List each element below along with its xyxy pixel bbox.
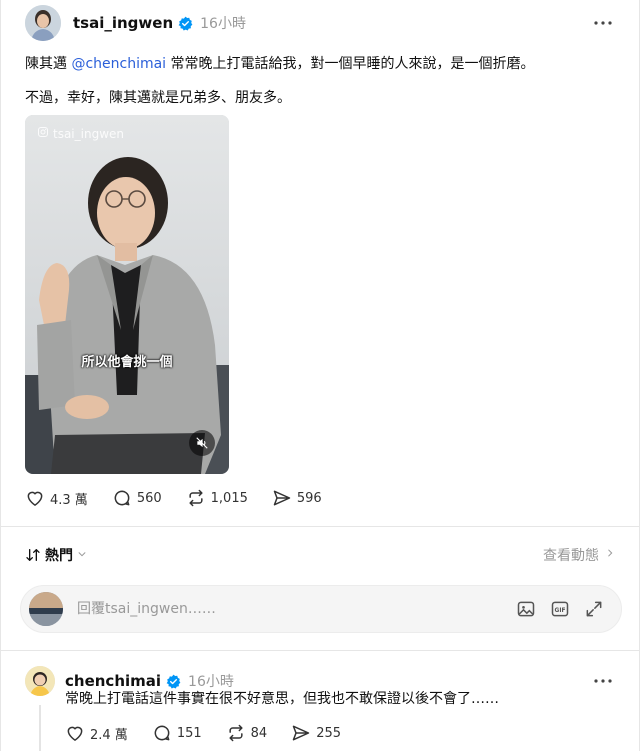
reply-text: 常晚上打電話這件事實在很不好意思，但我也不敢保證以後不會了……	[65, 691, 499, 707]
video-caption: 所以他會挑一個	[81, 355, 173, 370]
more-icon[interactable]	[591, 11, 615, 35]
verified-badge-icon	[166, 674, 181, 689]
instagram-icon	[37, 126, 49, 141]
author-avatar[interactable]	[25, 5, 61, 41]
thread-page: tsai_ingwen 16小時 陳其邁 @chenchimai 常常晚上打電話…	[0, 0, 640, 751]
my-avatar	[29, 592, 63, 626]
post-time: 16小時	[200, 16, 246, 32]
share-icon	[292, 725, 310, 741]
comment-count: 560	[136, 490, 162, 506]
thread-line	[39, 705, 41, 751]
comment-icon	[114, 490, 130, 506]
sort-label: 熱門	[45, 548, 73, 564]
comment-icon	[154, 725, 170, 741]
post-text-line2: 不過，幸好，陳其邁就是兄弟多、朋友多。	[25, 90, 291, 106]
reply-like-button[interactable]: 2.4 萬	[65, 723, 128, 743]
activity-label: 查看動態	[543, 548, 599, 564]
chevron-down-icon	[77, 549, 87, 562]
share-count: 596	[296, 490, 322, 506]
expand-icon[interactable]	[583, 598, 605, 620]
sort-icon	[26, 549, 40, 561]
heart-icon	[27, 491, 43, 506]
sort-row: 熱門 查看動態	[25, 542, 615, 568]
repost-icon	[229, 724, 243, 742]
comment-button[interactable]: 560	[112, 488, 162, 508]
like-count: 4.3 萬	[50, 492, 88, 508]
gif-icon[interactable]: GIF	[549, 598, 571, 620]
view-activity-link[interactable]: 查看動態	[543, 545, 615, 565]
heart-icon	[67, 726, 83, 741]
post-text-suffix: 常常晚上打電話給我，對一個早睡的人來說，是一個折磨。	[166, 56, 535, 72]
repost-button[interactable]: 1,015	[186, 488, 248, 508]
post-video[interactable]: tsai_ingwen 所以他會挑一個	[25, 115, 229, 474]
image-icon[interactable]	[515, 598, 537, 620]
svg-text:GIF: GIF	[555, 608, 566, 614]
share-icon	[273, 490, 291, 506]
reply-input[interactable]	[77, 601, 515, 617]
author-username[interactable]: tsai_ingwen	[73, 14, 173, 32]
reply-comment-count: 151	[176, 725, 202, 741]
reply-actions: 2.4 萬 151 84 255	[65, 721, 365, 745]
divider	[1, 650, 639, 651]
post-header: tsai_ingwen 16小時	[25, 4, 615, 42]
repost-icon	[189, 489, 203, 507]
share-button[interactable]: 596	[272, 488, 322, 508]
reply-share-button[interactable]: 255	[291, 723, 341, 743]
reply-comment-button[interactable]: 151	[152, 723, 202, 743]
chevron-right-icon	[605, 547, 615, 563]
reply-share-count: 255	[316, 725, 342, 741]
more-icon[interactable]	[591, 669, 615, 693]
reply-like-count: 2.4 萬	[90, 727, 128, 743]
sort-dropdown[interactable]: 熱門	[25, 545, 87, 565]
reply-tools: GIF	[515, 598, 605, 620]
like-button[interactable]: 4.3 萬	[25, 488, 88, 508]
reply-author-avatar[interactable]	[25, 666, 55, 696]
reply-repost-button[interactable]: 84	[226, 723, 268, 743]
mute-icon[interactable]	[189, 430, 215, 456]
post-text-prefix: 陳其邁	[25, 56, 72, 72]
reply-composer[interactable]: GIF	[20, 585, 622, 633]
mention-link[interactable]: @chenchimai	[71, 56, 166, 72]
reply-repost-count: 84	[250, 725, 268, 741]
repost-count: 1,015	[210, 490, 248, 506]
post-actions: 4.3 萬 560 1,015 596	[25, 486, 346, 510]
post-text-line1: 陳其邁 @chenchimai 常常晚上打電話給我，對一個早睡的人來說，是一個折…	[25, 53, 535, 73]
watermark-handle: tsai_ingwen	[53, 126, 125, 141]
verified-badge-icon	[178, 16, 193, 31]
video-watermark: tsai_ingwen	[37, 126, 124, 141]
divider	[1, 526, 639, 527]
